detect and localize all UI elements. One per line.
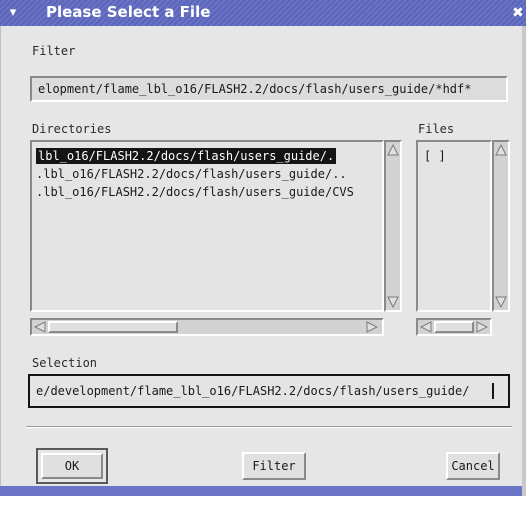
- filter-input-text: elopment/flame_lbl_o16/FLASH2.2/docs/fla…: [38, 82, 472, 96]
- file-selection-dialog: ▾ Please Select a File ✖ Filter elopment…: [0, 0, 526, 514]
- file-item[interactable]: [ ]: [424, 148, 446, 164]
- scroll-up-icon[interactable]: [495, 144, 507, 156]
- scroll-left-icon[interactable]: [420, 321, 432, 333]
- ok-button-label: OK: [64, 459, 80, 473]
- filter-button[interactable]: Filter: [242, 452, 306, 480]
- scroll-right-icon[interactable]: [476, 321, 488, 333]
- scroll-down-icon[interactable]: [387, 296, 399, 308]
- scroll-up-icon[interactable]: [387, 144, 399, 156]
- text-cursor: [492, 383, 494, 399]
- directories-label: Directories: [32, 122, 112, 136]
- cancel-button[interactable]: Cancel: [446, 452, 500, 480]
- cancel-button-label: Cancel: [451, 459, 495, 473]
- window-menu-icon[interactable]: ▾: [4, 4, 22, 22]
- selection-input-text: e/development/flame_lbl_o16/FLASH2.2/doc…: [36, 384, 470, 398]
- filter-button-label: Filter: [252, 459, 296, 473]
- files-label: Files: [418, 122, 455, 136]
- ok-button[interactable]: OK: [41, 453, 103, 479]
- directories-vscrollbar[interactable]: [384, 140, 402, 312]
- selection-label: Selection: [32, 356, 98, 370]
- files-vscrollbar[interactable]: [492, 140, 510, 312]
- directory-item-parent[interactable]: .lbl_o16/FLASH2.2/docs/flash/users_guide…: [36, 166, 347, 182]
- filter-input[interactable]: elopment/flame_lbl_o16/FLASH2.2/docs/fla…: [30, 76, 508, 102]
- filter-label: Filter: [32, 44, 76, 58]
- directories-hscrollbar[interactable]: [30, 318, 384, 336]
- directory-item-current[interactable]: lbl_o16/FLASH2.2/docs/flash/users_guide/…: [36, 148, 337, 164]
- scroll-right-icon[interactable]: [366, 321, 378, 333]
- selection-input[interactable]: e/development/flame_lbl_o16/FLASH2.2/doc…: [28, 374, 510, 408]
- directories-hscroll-thumb[interactable]: [48, 321, 178, 333]
- window-border-bottom: [0, 486, 522, 496]
- window-border-right: [522, 26, 526, 514]
- files-hscroll-thumb[interactable]: [434, 321, 474, 333]
- directory-item-cvs[interactable]: .lbl_o16/FLASH2.2/docs/flash/users_guide…: [36, 184, 354, 200]
- close-icon[interactable]: ✖: [512, 4, 526, 22]
- window-title: Please Select a File: [46, 3, 211, 21]
- scroll-left-icon[interactable]: [34, 321, 46, 333]
- files-hscrollbar[interactable]: [416, 318, 492, 336]
- files-list[interactable]: [ ]: [416, 140, 492, 312]
- button-separator: [26, 426, 512, 428]
- ok-button-default-frame: OK: [36, 448, 108, 484]
- directories-list[interactable]: lbl_o16/FLASH2.2/docs/flash/users_guide/…: [30, 140, 384, 312]
- scroll-down-icon[interactable]: [495, 296, 507, 308]
- desktop-background: [0, 496, 526, 514]
